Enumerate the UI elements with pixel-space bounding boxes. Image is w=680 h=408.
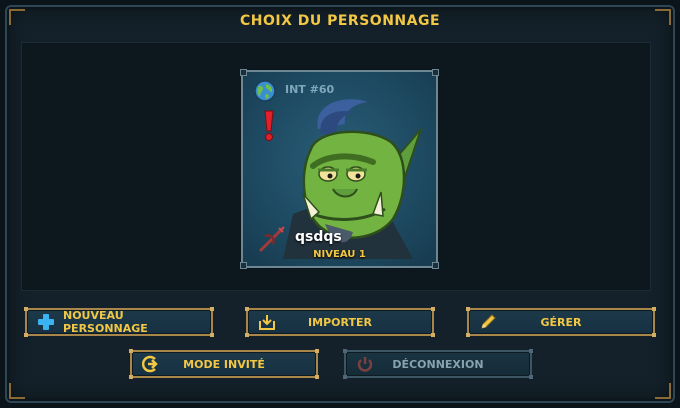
card-corner (432, 262, 439, 269)
import-label: IMPORTER (308, 315, 372, 329)
page-title: CHOIX DU PERSONNAGE (239, 13, 441, 29)
frame-corner-ornament (9, 383, 25, 399)
manage-button[interactable]: GÉRER (466, 307, 656, 337)
new-character-label: NOUVEAU PERSONNAGE (63, 309, 148, 335)
enter-icon (142, 355, 158, 373)
manage-label: GÉRER (540, 315, 582, 329)
card-corner (240, 262, 247, 269)
power-icon (357, 357, 373, 372)
character-level: NIVEAU 1 (313, 249, 366, 260)
card-corner (240, 69, 247, 76)
exclamation-icon (264, 110, 274, 141)
logout-button[interactable]: DÉCONNEXION (343, 349, 533, 379)
import-button[interactable]: IMPORTER (245, 307, 435, 337)
server-id-label: INT #60 (285, 83, 335, 96)
logout-label: DÉCONNEXION (392, 357, 484, 371)
import-icon (259, 315, 275, 330)
frame-corner-ornament (655, 383, 671, 399)
plus-icon (38, 314, 54, 330)
character-list-panel: INT #60 qsdqs NIVEAU 1 (21, 42, 651, 291)
new-character-button[interactable]: NOUVEAU PERSONNAGE (24, 307, 214, 337)
globe-icon (254, 80, 276, 102)
character-card[interactable]: INT #60 qsdqs NIVEAU 1 (240, 69, 439, 269)
guest-mode-button[interactable]: MODE INVITÉ (129, 349, 319, 379)
guest-mode-label: MODE INVITÉ (183, 357, 265, 371)
pencil-icon (481, 314, 496, 329)
card-corner (432, 69, 439, 76)
character-name: qsdqs (295, 229, 342, 245)
